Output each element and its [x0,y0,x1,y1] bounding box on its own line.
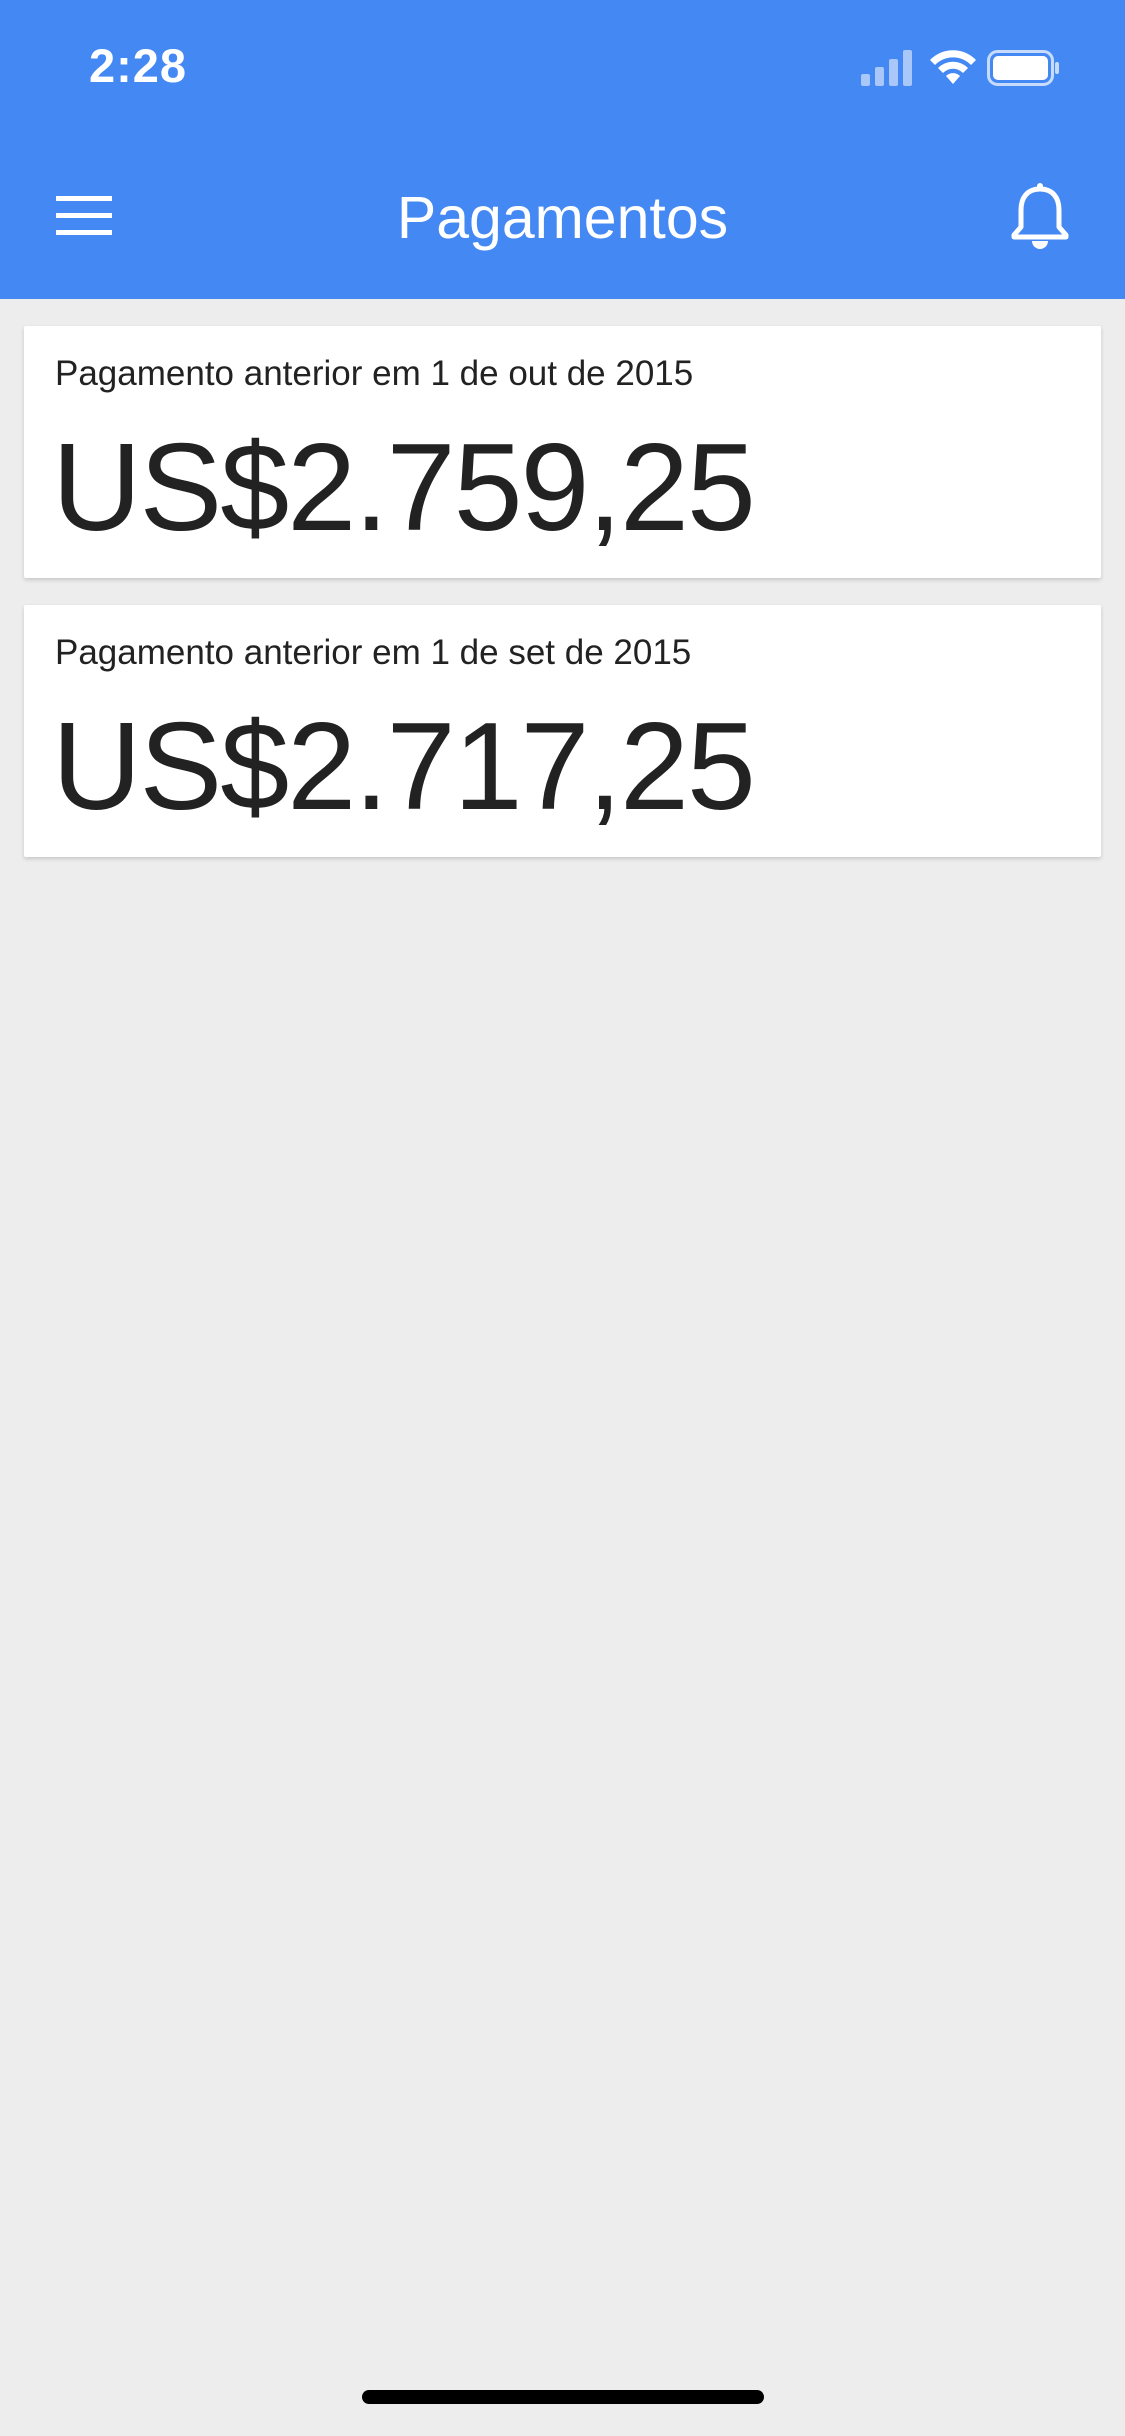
payment-date-label: Pagamento anterior em 1 de set de 2015 [55,633,692,672]
status-time: 2:28 [89,39,188,92]
app-header: 2:28 Pagamentos [0,0,1125,299]
page-title: Pagamentos [396,185,729,251]
signal-icon [861,50,912,86]
wifi-icon [930,50,976,84]
status-icons [861,50,1081,90]
payment-card[interactable]: Pagamento anterior em 1 de out de 2015 U… [24,326,1101,578]
battery-icon [987,50,1059,86]
home-indicator[interactable] [362,2390,764,2404]
payment-amount: US$2.759,25 [52,419,756,557]
bell-icon[interactable] [1010,183,1070,249]
payment-card[interactable]: Pagamento anterior em 1 de set de 2015 U… [24,605,1101,857]
payment-date-label: Pagamento anterior em 1 de out de 2015 [55,354,694,393]
payment-amount: US$2.717,25 [52,698,756,836]
